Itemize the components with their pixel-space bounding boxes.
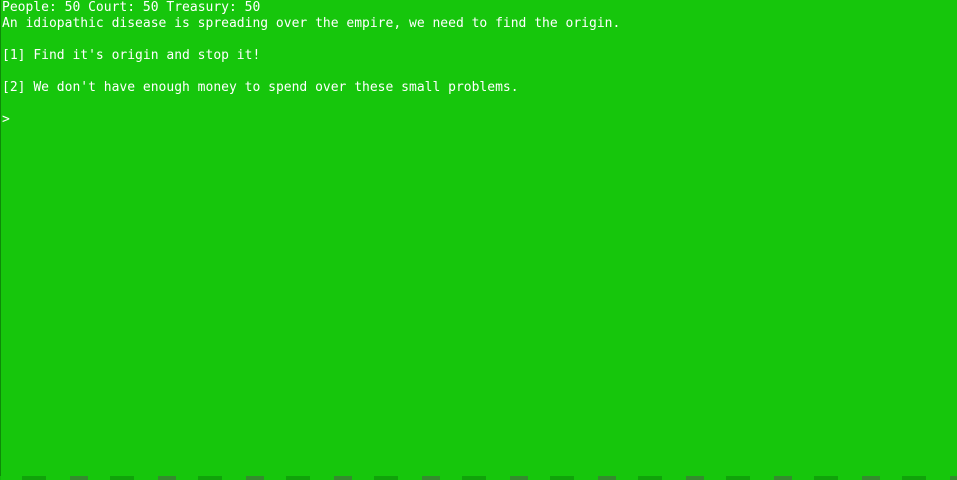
people-value: 50 bbox=[64, 0, 81, 15]
option-1[interactable]: [1] Find it's origin and stop it! bbox=[2, 48, 957, 64]
court-value: 50 bbox=[142, 0, 159, 15]
stats-bar: People: 50 Court: 50 Treasury: 50 bbox=[2, 0, 957, 16]
option-1-text: Find it's origin and stop it! bbox=[33, 48, 261, 63]
treasury-label: Treasury: bbox=[166, 0, 237, 15]
option-2-key: [2] bbox=[2, 80, 26, 95]
court-label: Court: bbox=[88, 0, 136, 15]
input-prompt[interactable]: > bbox=[2, 112, 957, 128]
option-1-key: [1] bbox=[2, 48, 26, 63]
bottom-edge-strip bbox=[0, 476, 957, 480]
console-window: People: 50 Court: 50 Treasury: 50 An idi… bbox=[0, 0, 957, 480]
event-message: An idiopathic disease is spreading over … bbox=[2, 16, 621, 31]
treasury-value: 50 bbox=[244, 0, 261, 15]
option-2-text: We don't have enough money to spend over… bbox=[33, 80, 519, 95]
command-input[interactable] bbox=[9, 112, 957, 128]
option-2[interactable]: [2] We don't have enough money to spend … bbox=[2, 80, 957, 96]
people-label: People: bbox=[2, 0, 57, 15]
prompt-symbol: > bbox=[2, 112, 10, 127]
